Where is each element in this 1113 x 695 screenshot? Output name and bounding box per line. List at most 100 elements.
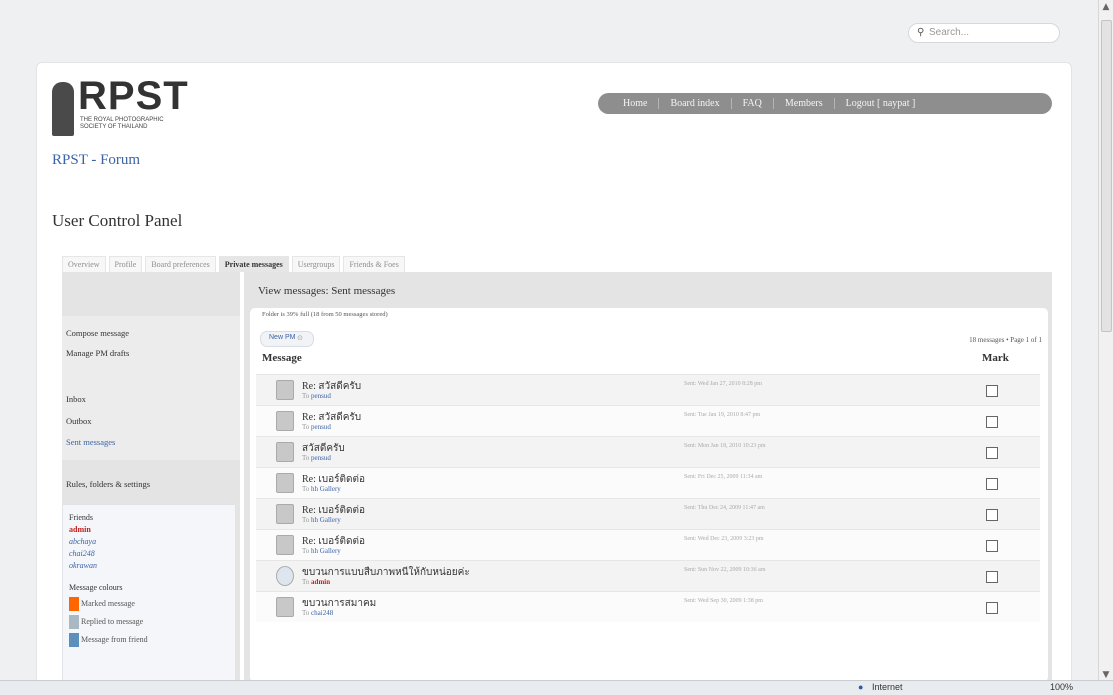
nav-logout[interactable]: Logout [ naypat ] [835,98,927,109]
internet-zone-icon: ● [858,682,864,692]
nav-board-index[interactable]: Board index [659,98,732,109]
col-message-header: Message [262,352,302,364]
message-read-icon [276,504,294,524]
new-pm-label: New PM [269,334,296,341]
sidebar-drafts[interactable]: Manage PM drafts [66,348,129,358]
message-row[interactable]: Re: เบอร์ติดต่อ To hh Gallery Sent: Thu … [256,498,1040,529]
sidebar-inbox[interactable]: Inbox [66,394,86,404]
nav-faq[interactable]: FAQ [732,98,774,109]
message-row[interactable]: Re: เบอร์ติดต่อ To hh Gallery Sent: Wed … [256,529,1040,560]
site-logo[interactable]: RPST THE ROYAL PHOTOGRAPHIC SOCIETY OF TH… [52,74,202,142]
logo-emblem-icon [52,82,74,136]
message-recipient: To admin [302,578,331,586]
message-recipient: To chai248 [302,609,334,617]
scroll-up-icon[interactable]: ▲ [1099,0,1113,14]
tab-board-preferences[interactable]: Board preferences [145,256,216,272]
message-date: Sent: Wed Dec 23, 2009 3:23 pm [684,536,764,542]
tab-private-messages[interactable]: Private messages [218,256,289,272]
mark-checkbox[interactable] [986,602,998,614]
message-recipient: To hh Gallery [302,547,341,555]
message-date: Sent: Wed Sep 30, 2009 1:38 pm [684,598,763,604]
message-date: Sent: Mon Jan 18, 2010 10:23 pm [684,443,766,449]
message-row[interactable]: Re: สวัสดีครับ To pensud Sent: Tue Jan 1… [256,405,1040,436]
colour-swatch [69,597,79,611]
vertical-scrollbar[interactable]: ▲ ▼ [1098,0,1113,682]
zone-label: Internet [872,682,903,692]
mark-checkbox[interactable] [986,540,998,552]
nav-members[interactable]: Members [774,98,835,109]
message-recipient: To pensud [302,454,331,462]
view-heading: View messages: Sent messages [258,285,396,297]
message-row[interactable]: ขบวนการสมาคม To chai248 Sent: Wed Sep 30… [256,591,1040,622]
search-placeholder: Search... [929,27,970,38]
forum-title-link[interactable]: RPST - Forum [52,152,140,169]
recipient-link[interactable]: pensud [311,423,331,431]
new-pm-button[interactable]: New PM ⊙ [260,331,314,347]
colour-swatch [69,615,79,629]
mark-checkbox[interactable] [986,385,998,397]
message-row[interactable]: สวัสดีครับ To pensud Sent: Mon Jan 18, 2… [256,436,1040,467]
friends-heading: Friends [69,513,93,522]
folder-info: Folder is 39% full (18 from 50 messages … [262,311,388,318]
recipient-link[interactable]: admin [311,578,330,586]
mark-checkbox[interactable] [986,509,998,521]
mark-checkbox[interactable] [986,416,998,428]
logo-subtitle: THE ROYAL PHOTOGRAPHIC SOCIETY OF THAILAN… [80,117,164,130]
message-read-icon [276,380,294,400]
mark-checkbox[interactable] [986,571,998,583]
search-box[interactable]: ⚲ Search... [908,23,1060,43]
friend-link[interactable]: abchaya [69,537,96,546]
ucp-sidebar: Compose message Manage PM drafts Inbox O… [62,272,240,684]
zoom-label[interactable]: 100% [1050,682,1073,692]
message-colours-heading: Message colours [69,583,123,592]
message-row[interactable]: Re: เบอร์ติดต่อ To hh Gallery Sent: Fri … [256,467,1040,498]
message-date: Sent: Wed Jan 27, 2010 8:28 pm [684,381,762,387]
recipient-link[interactable]: hh Gallery [311,485,341,493]
message-date: Sent: Tue Jan 19, 2010 8:47 pm [684,412,761,418]
sidebar-outbox[interactable]: Outbox [66,416,92,426]
message-read-icon [276,442,294,462]
sidebar-sent[interactable]: Sent messages [66,437,115,447]
message-recipient: To hh Gallery [302,516,341,524]
message-row[interactable]: ขบวนการแบบสืบภาพหนีให้กับหน่อยค่ะ To adm… [256,560,1040,591]
new-pm-icon: ⊙ [297,335,303,342]
logo-text: RPST [78,74,189,118]
recipient-link[interactable]: hh Gallery [311,547,341,555]
colour-swatch [69,633,79,647]
browser-status-bar: ● Internet 100% [0,680,1113,695]
mark-checkbox[interactable] [986,478,998,490]
message-read-icon [276,535,294,555]
recipient-link[interactable]: hh Gallery [311,516,341,524]
message-date: Sent: Fri Dec 25, 2009 11:34 am [684,474,763,480]
recipient-link[interactable]: pensud [311,392,331,400]
pm-panel: Folder is 39% full (18 from 50 messages … [250,308,1048,682]
recipient-link[interactable]: chai248 [311,609,333,617]
col-mark-header: Mark [982,352,1009,364]
tab-profile[interactable]: Profile [108,256,143,272]
top-nav: Home Board index FAQ Members Logout [ na… [598,93,1052,114]
friend-link[interactable]: okrawan [69,561,97,570]
sidebar-rules[interactable]: Rules, folders & settings [66,479,150,489]
tab-overview[interactable]: Overview [62,256,106,272]
tab-usergroups[interactable]: Usergroups [291,256,341,272]
message-read-icon [276,411,294,431]
friend-link[interactable]: chai248 [69,549,95,558]
message-replied-icon [276,566,294,586]
nav-home[interactable]: Home [612,98,660,109]
colour-label: Marked message [81,599,135,608]
colour-label: Replied to message [81,617,144,626]
page-title: User Control Panel [52,211,183,230]
sidebar-compose[interactable]: Compose message [66,328,129,338]
mark-checkbox[interactable] [986,447,998,459]
scroll-thumb[interactable] [1101,20,1112,332]
message-date: Sent: Sun Nov 22, 2009 10:36 am [684,567,766,573]
pagination: 18 messages • Page 1 of 1 [969,336,1042,344]
tab-friends-foes[interactable]: Friends & Foes [343,256,405,272]
colour-label: Message from friend [81,635,148,644]
pm-content: View messages: Sent messages Folder is 3… [244,272,1052,682]
friend-link[interactable]: admin [69,525,91,534]
message-date: Sent: Thu Dec 24, 2009 11:47 am [684,505,765,511]
message-row[interactable]: Re: สวัสดีครับ To pensud Sent: Wed Jan 2… [256,374,1040,405]
message-recipient: To pensud [302,423,331,431]
recipient-link[interactable]: pensud [311,454,331,462]
